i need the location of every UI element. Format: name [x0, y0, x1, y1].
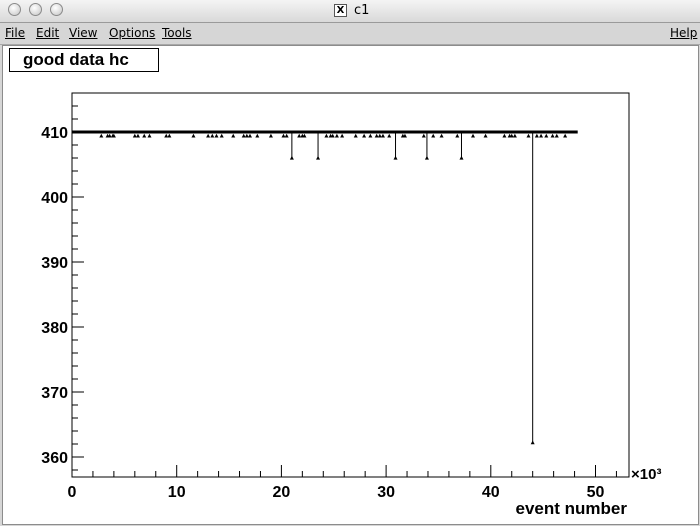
data-point: [380, 133, 385, 138]
data-point: [231, 133, 236, 138]
plot-frame: [71, 92, 630, 478]
data-point: [502, 133, 507, 138]
x-tick-label: 30: [377, 484, 395, 501]
data-point: [167, 133, 172, 138]
data-point: [353, 133, 358, 138]
x-tick-label: 40: [482, 484, 500, 501]
data-point: [393, 155, 398, 160]
data-point: [377, 133, 382, 138]
data-point: [247, 133, 252, 138]
data-point: [340, 133, 345, 138]
menu-options[interactable]: Options: [109, 26, 155, 40]
data-point: [132, 133, 137, 138]
data-point: [324, 133, 329, 138]
y-tick-label: 370: [41, 385, 68, 402]
data-point: [387, 133, 392, 138]
minimize-window-button[interactable]: [29, 3, 42, 16]
window-titlebar: X c1: [0, 0, 700, 23]
menu-tools[interactable]: Tools: [162, 26, 192, 40]
data-point: [284, 133, 289, 138]
data-point: [214, 133, 219, 138]
menu-options-label: Options: [109, 26, 156, 40]
data-point: [439, 133, 444, 138]
data-point: [334, 133, 339, 138]
data-point: [297, 133, 302, 138]
data-point: [459, 155, 464, 160]
data-point: [99, 133, 104, 138]
data-point: [135, 133, 140, 138]
data-point: [281, 133, 286, 138]
close-window-button[interactable]: [8, 3, 21, 16]
data-point: [268, 133, 273, 138]
data-point: [219, 133, 224, 138]
x-multiplier-label: ×10³: [631, 466, 661, 483]
data-point: [147, 133, 152, 138]
data-point: [316, 155, 321, 160]
data-point: [206, 133, 211, 138]
x-axis-label: event number: [516, 499, 628, 518]
data-point: [362, 133, 367, 138]
data-point: [563, 133, 568, 138]
y-tick-label: 360: [41, 450, 68, 467]
y-tick-label: 400: [41, 190, 68, 207]
data-point: [526, 133, 531, 138]
data-point: [539, 133, 544, 138]
menu-help-label: Help: [670, 26, 698, 40]
data-point: [191, 133, 196, 138]
menu-view-label: View: [69, 26, 98, 40]
data-point: [424, 155, 429, 160]
data-point: [374, 133, 379, 138]
data-point: [244, 133, 249, 138]
zoom-window-button[interactable]: [50, 3, 63, 16]
x-tick-label: 10: [168, 484, 186, 501]
data-point: [550, 133, 555, 138]
menu-view[interactable]: View: [69, 26, 97, 40]
root-canvas[interactable]: good data hc 0 10 20 30 40 50 360 370 380 390 400 4…: [2, 45, 699, 525]
window-title: c1: [354, 3, 370, 18]
data-point: [471, 133, 476, 138]
y-tick-label: 390: [41, 255, 68, 272]
x-tick-label: 0: [68, 484, 77, 501]
data-point: [421, 133, 426, 138]
chart-svg: 0 10 20 30 40 50360370380390400410×10³event n…: [41, 92, 661, 518]
menu-edit-label: Edit: [36, 26, 60, 40]
data-point: [530, 440, 535, 445]
menu-bar: File Edit View Options Tools Help: [0, 23, 700, 45]
data-point: [289, 155, 294, 160]
data-point: [512, 133, 517, 138]
y-tick-label: 380: [41, 320, 68, 337]
data-point: [142, 133, 147, 138]
data-point: [483, 133, 488, 138]
data-point: [210, 133, 215, 138]
menu-file[interactable]: File: [5, 26, 25, 40]
menu-help[interactable]: Help: [670, 26, 697, 40]
y-tick-label: 410: [41, 125, 68, 142]
x11-app-icon: X: [334, 4, 347, 17]
data-point: [164, 133, 169, 138]
menu-tools-label: Tools: [162, 26, 192, 40]
data-point: [241, 133, 246, 138]
menu-edit[interactable]: Edit: [36, 26, 59, 40]
data-point: [544, 133, 549, 138]
x-tick-label: 20: [273, 484, 291, 501]
menu-file-label: File: [5, 26, 26, 40]
data-point: [431, 133, 436, 138]
data-point: [455, 133, 460, 138]
data-point: [255, 133, 260, 138]
data-point: [368, 133, 373, 138]
data-point: [534, 133, 539, 138]
data-point: [554, 133, 559, 138]
